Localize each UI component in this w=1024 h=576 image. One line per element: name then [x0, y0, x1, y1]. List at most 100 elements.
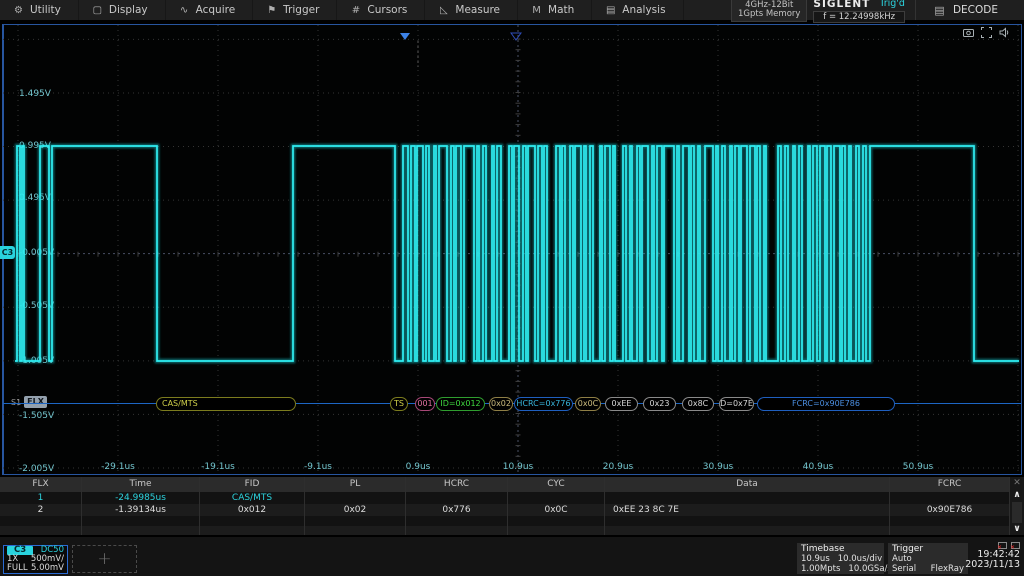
plus-icon: + [97, 549, 111, 569]
voltage-label: 1.495V [19, 89, 52, 99]
table-cell: 0x776 [406, 504, 508, 516]
trigger-type: Serial [892, 564, 916, 574]
time-label: 10.9us [503, 462, 534, 472]
bus-segment: HCRC=0x776 [514, 397, 573, 411]
table-cell: 0x02 [305, 504, 406, 516]
sample-rate: 10.0GSa/s [848, 564, 891, 574]
table-cell: 2 [0, 504, 82, 516]
decode-button[interactable]: ▤ DECODE [915, 0, 1024, 20]
time-label: 20.9us [603, 462, 634, 472]
menu-item-analysis[interactable]: ▤Analysis [592, 0, 683, 20]
time-label: 30.9us [703, 462, 734, 472]
table-cell [605, 526, 890, 536]
bus-type-badge[interactable]: FLX [24, 396, 47, 408]
table-cell: 1 [0, 492, 82, 504]
bus-segment: 0xEE [605, 397, 638, 411]
measure-icon: ◺ [438, 5, 449, 16]
menu-item-trigger[interactable]: ⚑ Trigger [253, 0, 337, 20]
menu-item-label: Measure [455, 4, 500, 16]
decode-table-rows: FLXTimeFIDPLHCRCCYCDataFCRC1-24.9985usCA… [0, 477, 1024, 535]
menu-item-acquire[interactable]: ∿ Acquire [166, 0, 254, 20]
table-cell [200, 526, 305, 536]
bus-segment: TS [390, 397, 408, 411]
clipboard-icon: ▤ [934, 4, 945, 17]
clock-date: 2023/11/13 [952, 560, 1020, 570]
table-scrollbar: ✕ ∧ ∨ [1010, 477, 1024, 535]
menu-item-label: Utility [30, 4, 61, 16]
channel-descriptor-box[interactable]: C3 DC50 1X 500mV/ FULL 5.00mV [3, 545, 68, 574]
menu-item-label: Math [548, 4, 574, 16]
channel-offset-badge[interactable]: C3 [0, 246, 15, 259]
table-row[interactable]: 2-1.39134us0x0120x020x7760x0C0xEE 23 8C … [0, 504, 1010, 516]
oscilloscope-screen: ⚙ Utility ▢ Display ∿ Acquire ⚑ Trigger #Cursors… [0, 0, 1024, 576]
gear-icon: ⚙ [13, 5, 24, 16]
time-label: 50.9us [903, 462, 934, 472]
column-header: Data [605, 477, 890, 492]
table-cell: 0x90E786 [890, 504, 1010, 516]
table-cell [0, 526, 82, 536]
bus-segment: 0x02 [489, 397, 513, 411]
acquire-icon: ∿ [179, 5, 190, 16]
scroll-track[interactable] [1012, 502, 1022, 523]
menu-bar: ⚙ Utility ▢ Display ∿ Acquire ⚑ Trigger #Cursors… [0, 0, 1024, 22]
menu-item-measure[interactable]: ◺ Measure [425, 0, 518, 20]
channel-bandwidth: FULL [7, 564, 28, 573]
channel-offset: 5.00mV [31, 564, 64, 573]
topbar-right: 4GHz-12Bit 1Gpts Memory SIGLENT Trig'd f… [731, 0, 1024, 20]
column-header: FCRC [890, 477, 1010, 492]
menu-item-utility[interactable]: ⚙ Utility [0, 0, 79, 20]
memory-depth: 1.00Mpts [801, 564, 840, 574]
table-cell [305, 516, 406, 526]
speaker-icon[interactable] [999, 27, 1010, 38]
bus-segment: 0x0C [575, 397, 601, 411]
add-channel-box[interactable]: + [72, 545, 137, 573]
bus-segment: 001 [415, 397, 435, 411]
lan-icon[interactable] [998, 542, 1007, 549]
brand-logo: SIGLENT [813, 0, 870, 10]
menu-item-cursors[interactable]: #Cursors [337, 0, 425, 20]
spec-line-2: 1Gpts Memory [738, 10, 800, 20]
scroll-down-icon[interactable]: ∨ [1013, 524, 1020, 535]
table-row[interactable] [0, 516, 1010, 526]
table-cell [508, 516, 605, 526]
fullscreen-icon[interactable] [981, 27, 992, 38]
menu-item-display[interactable]: ▢ Display [79, 0, 166, 20]
table-cell [0, 516, 82, 526]
frequency-counter: f = 12.24998kHz [813, 11, 905, 23]
voltage-label: -2.005V [19, 464, 55, 474]
timebase-scale: 10.0us/div [838, 554, 882, 564]
voltage-label: -1.505V [19, 411, 55, 421]
spec-box: 4GHz-12Bit 1Gpts Memory [731, 0, 807, 22]
scroll-up-icon[interactable]: ∧ [1013, 490, 1020, 501]
bus-segment: 0x8C [682, 397, 714, 411]
camera-icon[interactable] [963, 27, 974, 38]
bus-segment: FCRC=0x90E786 [757, 397, 895, 411]
menu-item-math[interactable]: MMath [518, 0, 592, 20]
time-label: 40.9us [803, 462, 834, 472]
timebase-box[interactable]: Timebase 10.9us 10.0us/div 1.00Mpts 10.0… [797, 543, 884, 574]
table-cell: -1.39134us [82, 504, 200, 516]
table-row[interactable] [0, 526, 1010, 536]
menu-item-label: Display [109, 4, 148, 16]
bus-segment: 0x23 [643, 397, 676, 411]
close-icon[interactable]: ✕ [1013, 477, 1021, 490]
time-label: -9.1us [304, 462, 332, 472]
timebase-delay: 10.9us [801, 554, 830, 564]
table-cell [82, 526, 200, 536]
timebase-title: Timebase [801, 544, 880, 554]
table-row[interactable]: 1-24.9985usCAS/MTS [0, 492, 1010, 504]
status-bar: C3 DC50 1X 500mV/ FULL 5.00mV + Timebase… [0, 536, 1024, 576]
menu-item-label: Trigger [283, 4, 319, 16]
column-header: FID [200, 477, 305, 492]
table-cell [508, 492, 605, 504]
display-icon: ▢ [92, 5, 103, 16]
decode-button-label: DECODE [953, 4, 998, 16]
trigger-flag-icon: ⚑ [266, 5, 277, 16]
lan-icon[interactable] [1011, 542, 1020, 549]
table-cell [890, 526, 1010, 536]
menu-item-label: Acquire [196, 4, 236, 16]
time-label: -29.1us [101, 462, 135, 472]
table-cell [890, 516, 1010, 526]
table-cell [305, 526, 406, 536]
table-header-row: FLXTimeFIDPLHCRCCYCDataFCRC [0, 477, 1010, 492]
